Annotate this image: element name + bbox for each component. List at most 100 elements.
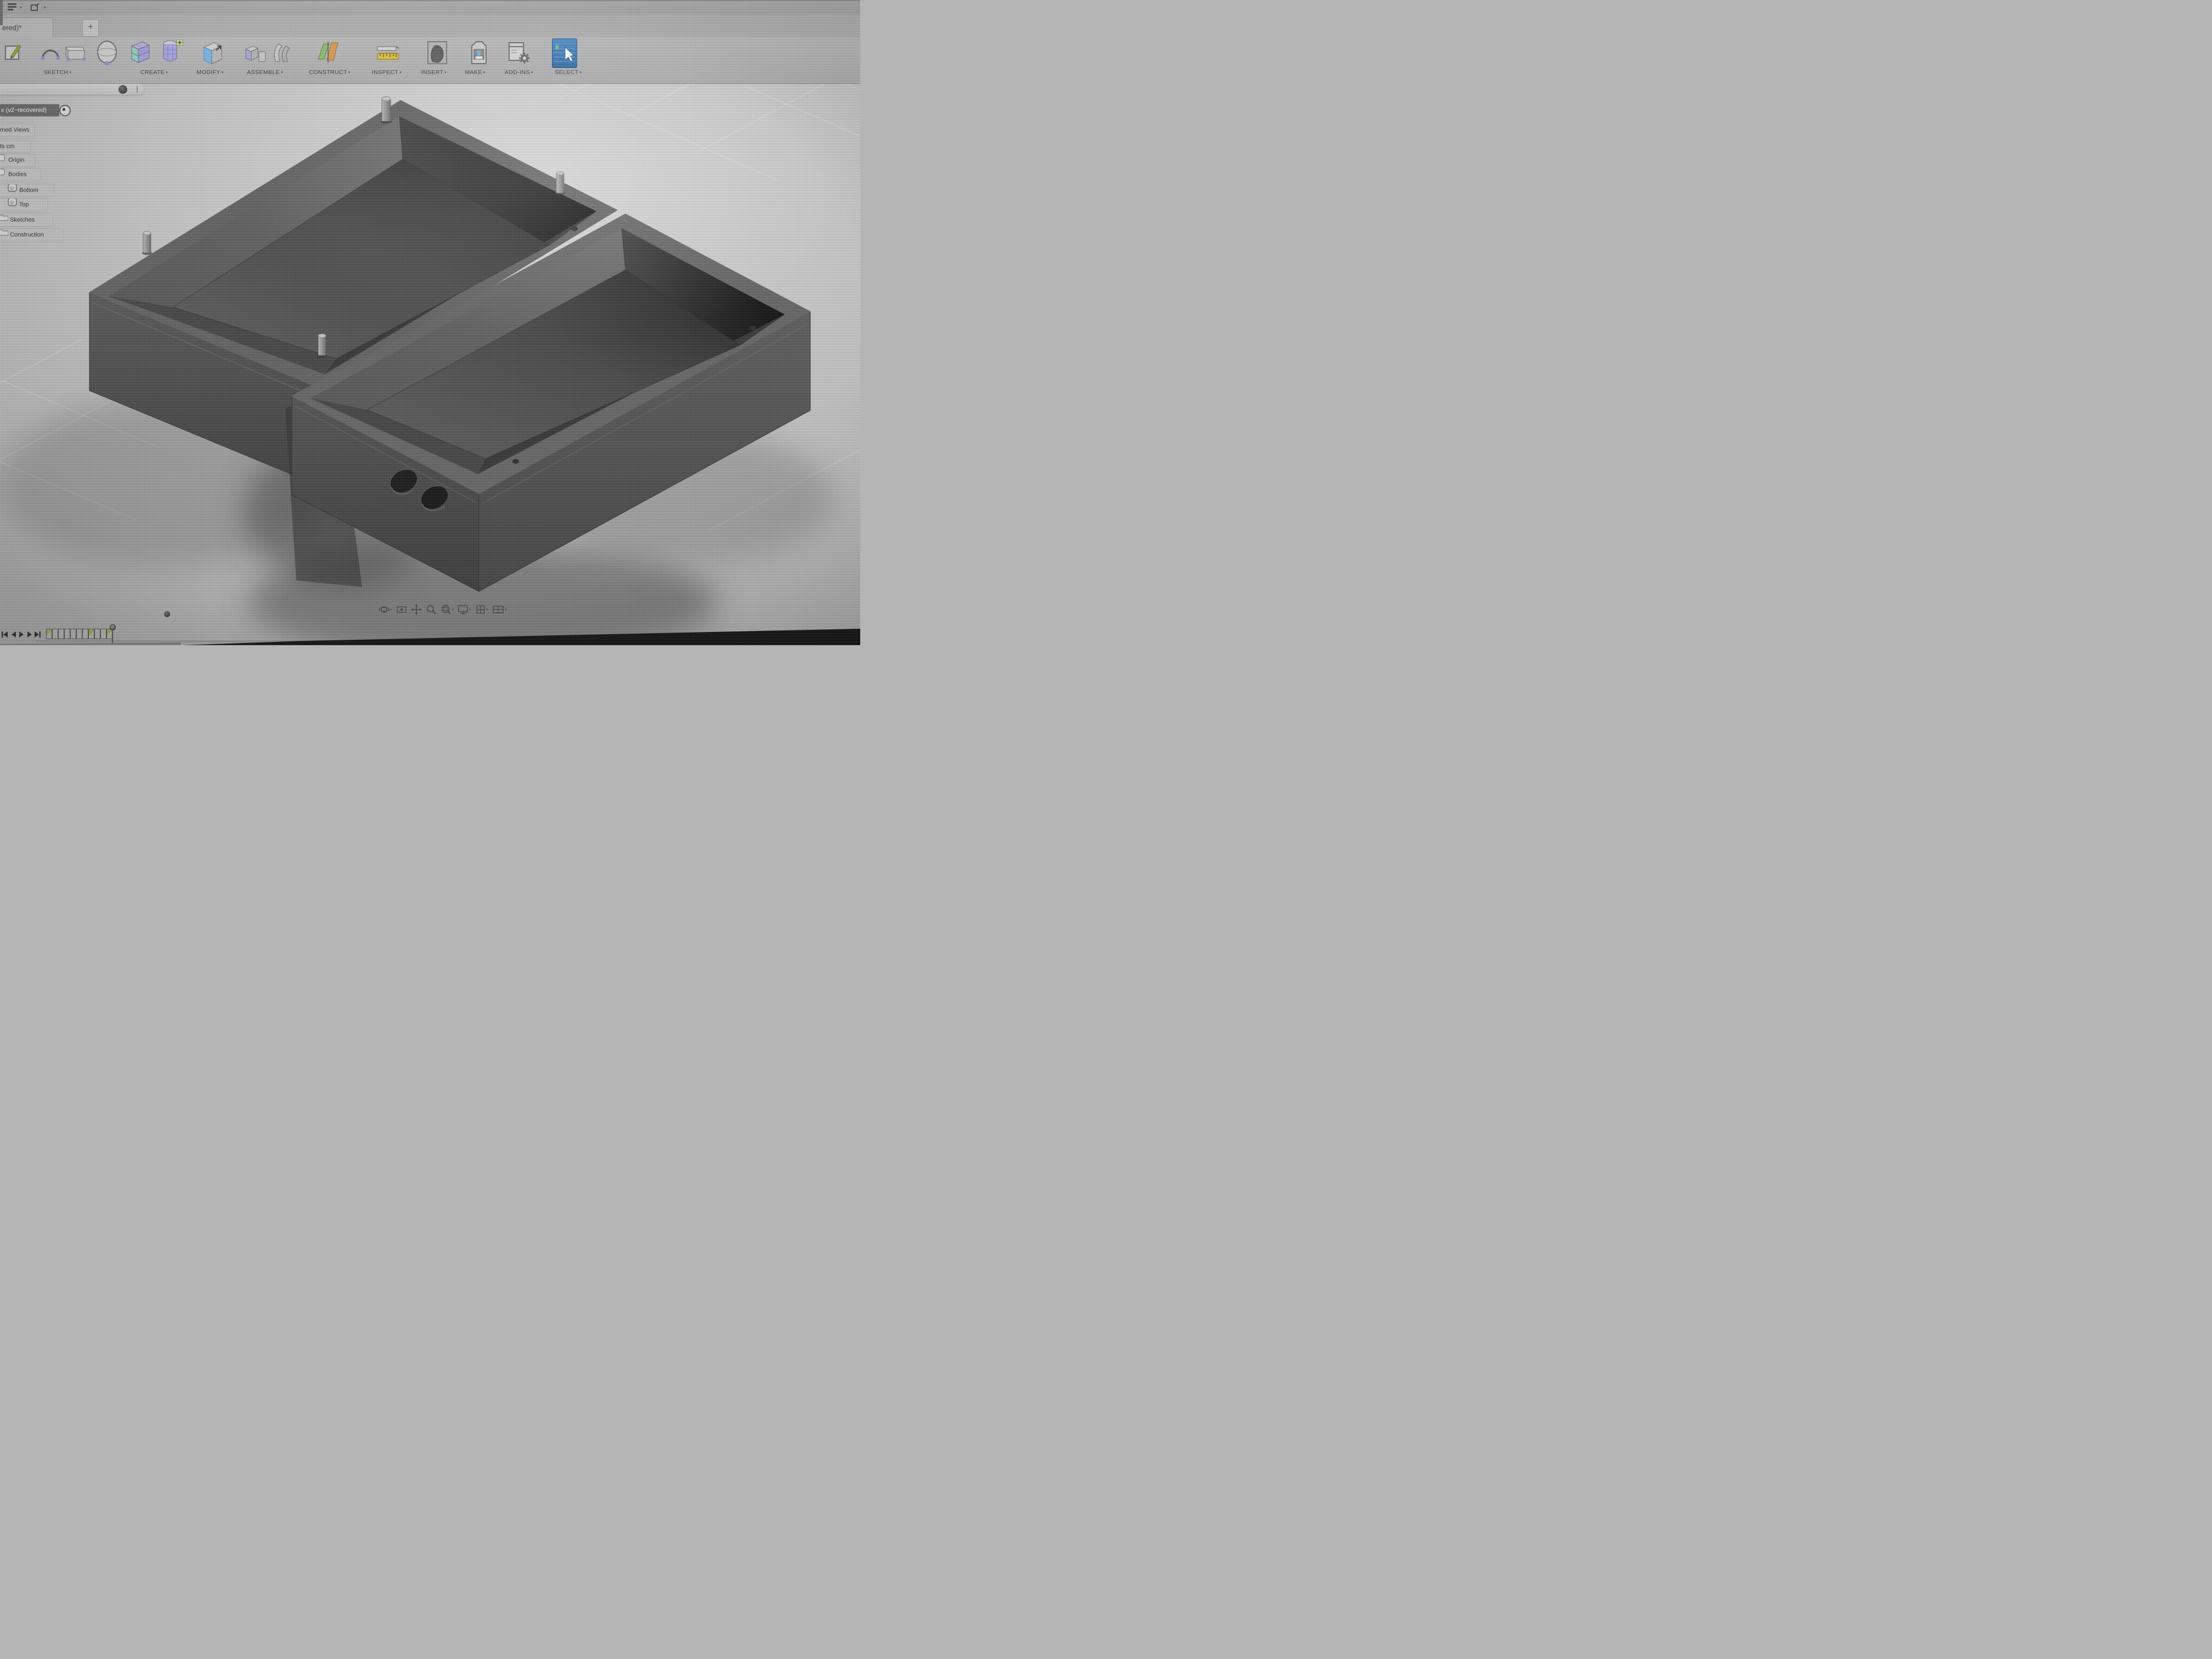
fit-button[interactable]: ▾	[441, 604, 454, 615]
toolbar-group-sketch[interactable]: SKETCH▾	[30, 69, 85, 76]
timeline-feature-sketch[interactable]	[46, 629, 52, 639]
browser-item-construction[interactable]: Construction	[0, 229, 63, 241]
screen-edge	[0, 0, 3, 25]
timeline-marker-handle[interactable]	[110, 624, 116, 630]
browser-item-label: med Views	[0, 127, 30, 133]
modify-press-pull-icon[interactable]	[202, 41, 224, 67]
new-tab-button[interactable]: +	[82, 19, 99, 37]
insert-mesh-icon[interactable]	[427, 41, 448, 67]
timeline-feature[interactable]	[94, 629, 100, 639]
sphere-primitive-icon[interactable]	[95, 41, 119, 69]
group-label: INSERT	[421, 69, 444, 76]
caret-down-icon: ▾	[348, 71, 351, 75]
construct-plane-icon[interactable]	[316, 41, 341, 66]
look-at-button[interactable]	[396, 604, 407, 615]
document-tab-label: ered)*	[2, 24, 21, 32]
orbit-button[interactable]: ▾	[379, 604, 392, 615]
tool-menu-icon[interactable]	[31, 3, 40, 14]
box-primitive-icon[interactable]	[128, 41, 150, 67]
make-3d-print-icon[interactable]	[469, 41, 489, 67]
pin	[555, 172, 565, 195]
browser-item-label: Top	[19, 201, 29, 208]
caret-down-icon: ▾	[580, 71, 582, 75]
browser-item-units[interactable]: ts cm	[0, 140, 30, 153]
timeline-feature[interactable]	[64, 629, 70, 639]
toolbar-group-construct[interactable]: CONSTRUCT▾	[302, 69, 357, 76]
toolbar-group-add-ins[interactable]: ADD-INS▾	[492, 69, 546, 76]
timeline-feature[interactable]	[58, 629, 64, 639]
toolbar-group-create[interactable]: CREATE▾	[127, 69, 182, 76]
add-ins-icon[interactable]	[508, 42, 531, 67]
caret-down-icon: ▾	[70, 71, 72, 75]
app-grid-icon[interactable]	[8, 3, 16, 14]
caret-down-icon[interactable]: ▾	[44, 5, 46, 10]
browser-item-body-bottom[interactable]: Bottom	[0, 184, 53, 196]
activate-component-radio[interactable]	[59, 105, 71, 116]
sketch-arc-icon[interactable]	[41, 44, 60, 64]
browser-item-label: Bottom	[19, 187, 38, 194]
pan-button[interactable]	[411, 604, 422, 615]
browser-item-sketches[interactable]: Sketches	[0, 214, 53, 226]
caret-down-icon: ▾	[390, 607, 392, 612]
active-document-tab[interactable]: ered)*	[0, 18, 53, 38]
browser-item-named-views[interactable]: med Views	[0, 124, 34, 136]
caret-down-icon: ▾	[487, 607, 489, 612]
assemble-joint-icon[interactable]	[271, 42, 292, 66]
panel-slider-knob[interactable]	[119, 85, 127, 94]
assemble-component-icon[interactable]	[245, 42, 267, 66]
select-tool-highlight[interactable]	[552, 38, 577, 68]
group-label: CREATE	[140, 69, 165, 76]
origin-cube-icon	[0, 154, 7, 166]
browser-item-label: Origin	[8, 157, 24, 163]
go-to-start-button[interactable]	[1, 631, 8, 641]
play-button[interactable]	[18, 631, 25, 641]
timeline-feature[interactable]	[100, 629, 106, 639]
caret-down-icon: ▾	[166, 71, 168, 75]
timeline-track[interactable]	[36, 641, 846, 643]
caret-down-icon: ▾	[452, 607, 454, 612]
viewports-button[interactable]: ▾	[492, 604, 507, 615]
caret-down-icon: ▾	[469, 607, 471, 612]
body-solid-icon	[8, 199, 18, 211]
timeline-feature[interactable]	[52, 629, 58, 639]
timeline-options-icon[interactable]	[164, 611, 170, 617]
timeline-feature[interactable]	[82, 629, 88, 639]
bodies-cube-icon	[0, 168, 7, 180]
display-settings-button[interactable]: ▾	[458, 604, 471, 615]
step-back-button[interactable]	[10, 631, 17, 641]
caret-down-icon: ▾	[281, 71, 283, 75]
pin	[142, 232, 152, 255]
pin	[317, 334, 327, 358]
folder-icon	[0, 214, 8, 225]
select-cursor-icon	[552, 38, 577, 68]
caret-down-icon[interactable]: ▾	[20, 5, 22, 10]
browser-item-label: Sketches	[10, 217, 35, 223]
browser-item-bodies[interactable]: Bodies	[0, 168, 41, 180]
toolbar-group-modify[interactable]: MODIFY▾	[183, 69, 238, 76]
pin	[381, 97, 392, 123]
step-forward-button[interactable]	[26, 631, 33, 641]
toolbar-group-inspect[interactable]: INSPECT▾	[359, 69, 414, 76]
timeline-feature-sketch[interactable]	[88, 629, 94, 639]
group-label: ASSEMBLE	[247, 69, 280, 76]
browser-item-origin[interactable]: Origin	[0, 154, 35, 166]
browser-root-component[interactable]: x (v2~recovered)	[0, 104, 59, 116]
create-sketch-icon[interactable]	[4, 42, 23, 64]
go-to-end-button[interactable]	[34, 631, 41, 641]
browser-item-body-top[interactable]: Top	[0, 199, 47, 211]
zoom-button[interactable]	[426, 604, 437, 615]
grid-snaps-button[interactable]: ▾	[475, 604, 489, 615]
folder-icon	[0, 229, 8, 240]
inspect-measure-icon[interactable]	[376, 46, 399, 63]
sketch-rectangle-icon[interactable]	[64, 45, 86, 64]
caret-down-icon: ▾	[399, 71, 402, 75]
new-tab-label: +	[88, 22, 93, 32]
view-navigation-bar: ▾ ▾ ▾ ▾ ▾	[379, 602, 507, 617]
caret-down-icon: ▾	[531, 71, 533, 75]
toolbar-group-assemble[interactable]: ASSEMBLE▾	[238, 69, 292, 76]
timeline-feature[interactable]	[70, 629, 76, 639]
timeline-feature[interactable]	[76, 629, 82, 639]
create-form-icon[interactable]	[160, 40, 183, 67]
viewport-canvas[interactable]	[0, 0, 860, 645]
toolbar-group-select[interactable]: SELECT▾	[541, 69, 596, 76]
